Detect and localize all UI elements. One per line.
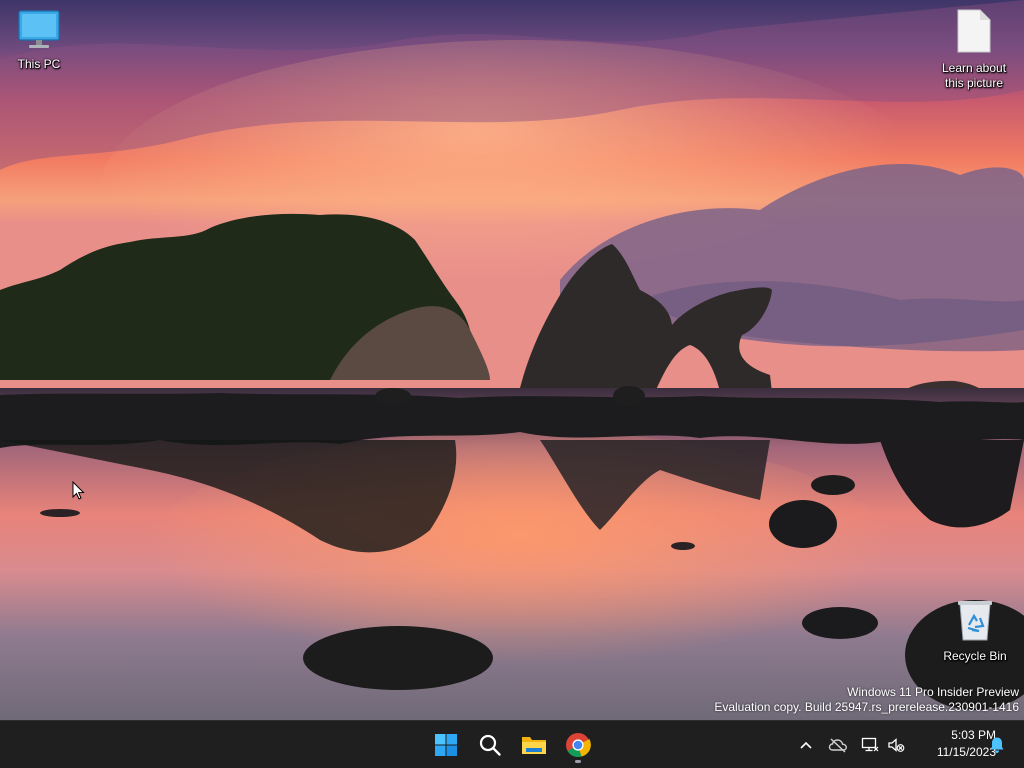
- watermark-build: Evaluation copy. Build 25947.rs_prerelea…: [714, 700, 1019, 714]
- taskbar: 5:03 PM 11/15/2023: [0, 720, 1024, 768]
- windows-build-watermark: Windows 11 Pro Insider Preview Evaluatio…: [714, 685, 1019, 715]
- chrome-icon: [566, 733, 591, 758]
- clock-date: 11/15/2023: [936, 745, 996, 759]
- monitor-icon: [1, 8, 77, 54]
- windows-logo-icon: [435, 734, 457, 756]
- chevron-up-icon: [800, 741, 812, 749]
- chrome-running-indicator: [575, 760, 581, 763]
- notification-center-button[interactable]: [985, 733, 1009, 757]
- network-disconnected-icon: [861, 737, 879, 752]
- show-hidden-icons-button[interactable]: [794, 733, 818, 757]
- watermark-edition: Windows 11 Pro Insider Preview: [847, 685, 1019, 699]
- recycle-bin-shortcut[interactable]: Recycle Bin: [937, 598, 1013, 664]
- volume-muted-icon: [888, 738, 905, 752]
- cloud-offline-icon: [828, 738, 848, 753]
- mouse-pointer-icon: [72, 481, 85, 500]
- learn-about-label-line2: this picture: [944, 76, 1004, 90]
- learn-about-picture-shortcut[interactable]: Learn about this picture: [936, 8, 1012, 91]
- search-button[interactable]: [470, 725, 510, 765]
- this-pc-label: This PC: [17, 57, 61, 71]
- wallpaper-image: [0, 0, 1024, 720]
- folder-icon: [522, 737, 546, 754]
- document-icon: [936, 8, 1012, 58]
- bell-icon: [990, 737, 1004, 753]
- volume-tray-button[interactable]: [884, 733, 908, 757]
- start-button[interactable]: [426, 725, 466, 765]
- network-tray-button[interactable]: [858, 733, 882, 757]
- recycle-bin-icon: [937, 598, 1013, 646]
- clock-time: 5:03 PM: [951, 728, 996, 742]
- onedrive-tray-button[interactable]: [826, 733, 850, 757]
- search-icon: [479, 734, 501, 756]
- learn-about-label-line1: Learn about: [941, 61, 1007, 75]
- desktop[interactable]: This PC Learn about this picture Recycle…: [0, 0, 1024, 720]
- taskbar-clock[interactable]: 5:03 PM 11/15/2023: [912, 727, 996, 761]
- this-pc-shortcut[interactable]: This PC: [1, 8, 77, 72]
- chrome-button[interactable]: [558, 725, 598, 765]
- recycle-bin-label: Recycle Bin: [943, 649, 1007, 663]
- file-explorer-button[interactable]: [514, 725, 554, 765]
